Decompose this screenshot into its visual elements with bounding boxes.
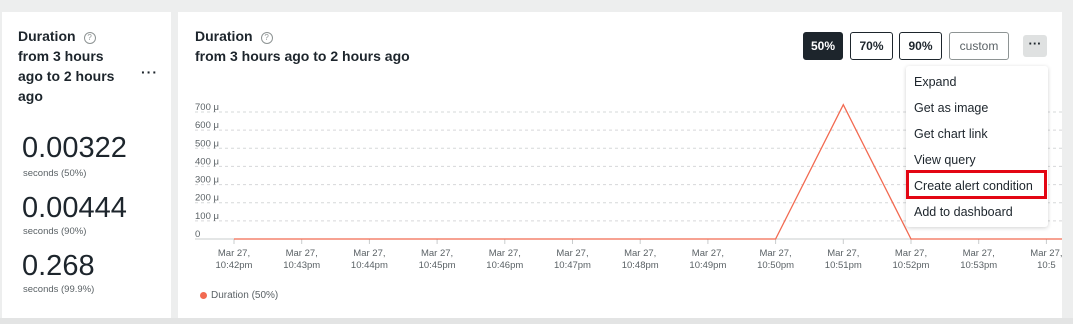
billboard-card: Duration? from 3 hours ago to 2 hours ag… <box>2 12 171 318</box>
x-tick-label: Mar 27, <box>963 248 995 259</box>
x-tick-label: Mar 27, <box>489 248 521 259</box>
menu-item-get-as-image[interactable]: Get as image <box>914 101 988 115</box>
menu-item-view-query[interactable]: View query <box>914 153 976 167</box>
x-tick-label: Mar 27, <box>556 248 588 259</box>
x-tick-label: 10:51pm <box>825 260 862 271</box>
x-tick-label: 10:42pm <box>216 260 253 271</box>
billboard-subtitle-line-3: ago <box>18 88 43 104</box>
billboard-subtitle-line-1: from 3 hours <box>18 48 104 64</box>
billboard-subtitle-line-2: ago to 2 hours <box>18 68 115 84</box>
chart-actions-menu: Expand Get as image Get chart link View … <box>906 66 1048 227</box>
metric-caption: seconds (90%) <box>23 226 87 237</box>
metric-value: 0.00444 <box>22 192 127 224</box>
y-tick-label: 300 μ <box>195 175 219 186</box>
x-tick-label: Mar 27, <box>353 248 385 259</box>
help-icon[interactable]: ? <box>83 32 96 44</box>
legend-swatch <box>200 292 207 299</box>
x-tick-label: Mar 27, <box>421 248 453 259</box>
y-tick-label: 0 <box>195 229 200 240</box>
x-tick-label: Mar 27, <box>218 248 250 259</box>
x-tick-label: Mar 27, <box>1030 248 1062 259</box>
metric-value: 0.00322 <box>22 132 127 164</box>
menu-item-get-chart-link[interactable]: Get chart link <box>914 127 988 141</box>
x-tick-label: Mar 27, <box>624 248 656 259</box>
x-tick-label: 10:44pm <box>351 260 388 271</box>
x-tick-label: 10:50pm <box>757 260 794 271</box>
y-tick-label: 700 μ <box>195 102 219 113</box>
legend-label[interactable]: Duration (50%) <box>211 290 278 301</box>
y-tick-label: 600 μ <box>195 120 219 131</box>
x-tick-label: Mar 27, <box>827 248 859 259</box>
x-tick-label: 10:49pm <box>689 260 726 271</box>
x-tick-label: 10:46pm <box>486 260 523 271</box>
metric-value: 0.268 <box>22 250 95 282</box>
x-axis-ticks: Mar 27,10:42pmMar 27,10:43pmMar 27,10:44… <box>216 239 1062 271</box>
billboard-more-button[interactable]: ··· <box>141 64 158 80</box>
x-tick-label: 10:48pm <box>622 260 659 271</box>
x-tick-label: Mar 27, <box>759 248 791 259</box>
menu-item-expand[interactable]: Expand <box>914 75 956 89</box>
x-tick-label: Mar 27, <box>692 248 724 259</box>
x-tick-label: 10:45pm <box>419 260 456 271</box>
x-tick-label: Mar 27, <box>286 248 318 259</box>
chart-card: Duration? from 3 hours ago to 2 hours ag… <box>178 12 1062 318</box>
x-tick-label: 10:53pm <box>960 260 997 271</box>
metric-caption: seconds (99.9%) <box>23 284 95 295</box>
y-axis-ticks: 700 μ 600 μ 500 μ 400 μ 300 μ 200 μ 100 μ 0 <box>195 102 219 240</box>
y-tick-label: 100 μ <box>195 211 219 222</box>
y-tick-label: 200 μ <box>195 193 219 204</box>
billboard-title-label: Duration <box>18 28 76 44</box>
x-tick-label: 10:43pm <box>283 260 320 271</box>
metric-caption: seconds (50%) <box>23 168 87 179</box>
x-tick-label: Mar 27, <box>895 248 927 259</box>
menu-item-create-alert-condition[interactable]: Create alert condition <box>914 179 1033 193</box>
y-tick-label: 400 μ <box>195 156 219 167</box>
x-tick-label: 10:47pm <box>554 260 591 271</box>
x-tick-label: 10:52pm <box>893 260 930 271</box>
billboard-title: Duration? from 3 hours ago to 2 hours ag… <box>18 26 138 106</box>
menu-item-add-to-dashboard[interactable]: Add to dashboard <box>914 205 1013 219</box>
page-bottom-strip <box>0 318 1073 324</box>
y-tick-label: 500 μ <box>195 138 219 149</box>
x-tick-label: 10:5 <box>1037 260 1056 271</box>
